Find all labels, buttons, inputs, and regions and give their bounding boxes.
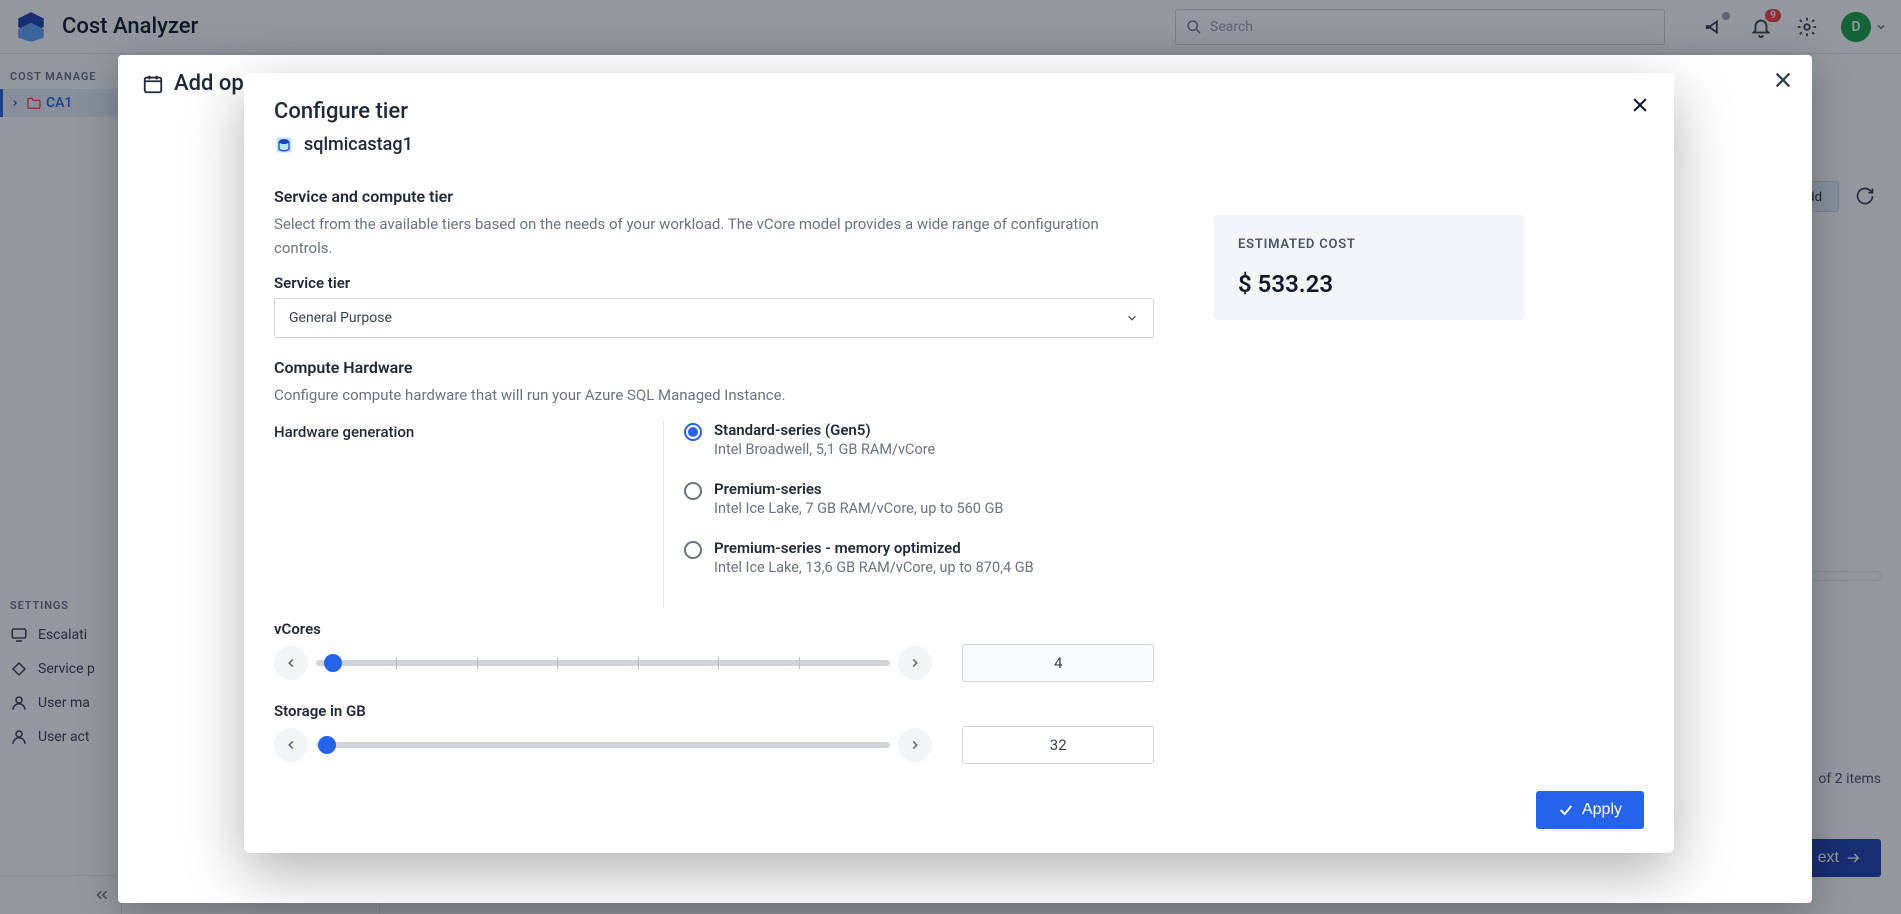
apply-button[interactable]: Apply [1536,791,1644,829]
check-icon [1558,802,1574,818]
section-compute-head: Compute Hardware [274,358,1154,377]
radio-title: Standard-series (Gen5) [714,421,935,439]
storage-label: Storage in GB [274,702,1154,720]
hardware-gen-radio[interactable]: Standard-series (Gen5) Intel Broadwell, 5… [684,421,1154,458]
configure-tier-modal: Configure tier sqlmicastag1 Service and … [244,73,1674,853]
radio-icon [684,482,702,500]
vcores-thumb[interactable] [324,654,342,672]
close-icon [1630,95,1650,115]
section-compute-desc: Configure compute hardware that will run… [274,383,1154,407]
radio-desc: Intel Ice Lake, 13,6 GB RAM/vCore, up to… [714,559,1034,576]
vcores-decrement-button[interactable] [274,646,308,680]
chevron-left-icon [284,656,298,670]
estimated-cost-value: $ 533.23 [1238,270,1500,298]
radio-icon [684,423,702,441]
sql-mi-icon [274,135,294,155]
service-tier-select[interactable]: General Purpose [274,298,1154,338]
vcores-slider[interactable] [274,646,932,680]
hardware-gen-radio[interactable]: Premium-series - memory optimized Intel I… [684,539,1154,576]
hardware-gen-radio[interactable]: Premium-series Intel Ice Lake, 7 GB RAM/v… [684,480,1154,517]
vcores-label: vCores [274,620,1154,638]
storage-slider[interactable] [274,728,932,762]
storage-increment-button[interactable] [898,728,932,762]
hardware-generation-label: Hardware generation [274,421,664,608]
close-icon [1772,69,1794,91]
calendar-icon [142,73,164,95]
vcores-value-box: 4 [962,644,1154,682]
service-tier-label: Service tier [274,274,1154,292]
modal-title: Configure tier [244,73,1674,134]
radio-title: Premium-series [714,480,1003,498]
radio-desc: Intel Broadwell, 5,1 GB RAM/vCore [714,441,935,458]
estimated-cost-label: ESTIMATED COST [1238,237,1500,252]
radio-icon [684,541,702,559]
storage-decrement-button[interactable] [274,728,308,762]
modal-resource: sqlmicastag1 [244,134,1674,171]
storage-thumb[interactable] [318,736,336,754]
estimated-cost-box: ESTIMATED COST $ 533.23 [1214,215,1524,320]
chevron-down-icon [1125,311,1139,325]
vcores-track[interactable] [316,660,890,666]
section-service-tier-desc: Select from the available tiers based on… [274,212,1154,260]
resource-name: sqlmicastag1 [304,134,413,155]
radio-title: Premium-series - memory optimized [714,539,1034,557]
vcores-increment-button[interactable] [898,646,932,680]
chevron-right-icon [908,656,922,670]
outer-drawer-close-button[interactable] [1772,69,1794,95]
chevron-left-icon [284,738,298,752]
storage-value-input[interactable]: 32 [962,726,1154,764]
chevron-right-icon [908,738,922,752]
modal-close-button[interactable] [1630,95,1650,119]
section-service-tier-head: Service and compute tier [274,187,1154,206]
radio-desc: Intel Ice Lake, 7 GB RAM/vCore, up to 56… [714,500,1003,517]
storage-track[interactable] [316,742,890,748]
service-tier-value: General Purpose [289,310,392,326]
